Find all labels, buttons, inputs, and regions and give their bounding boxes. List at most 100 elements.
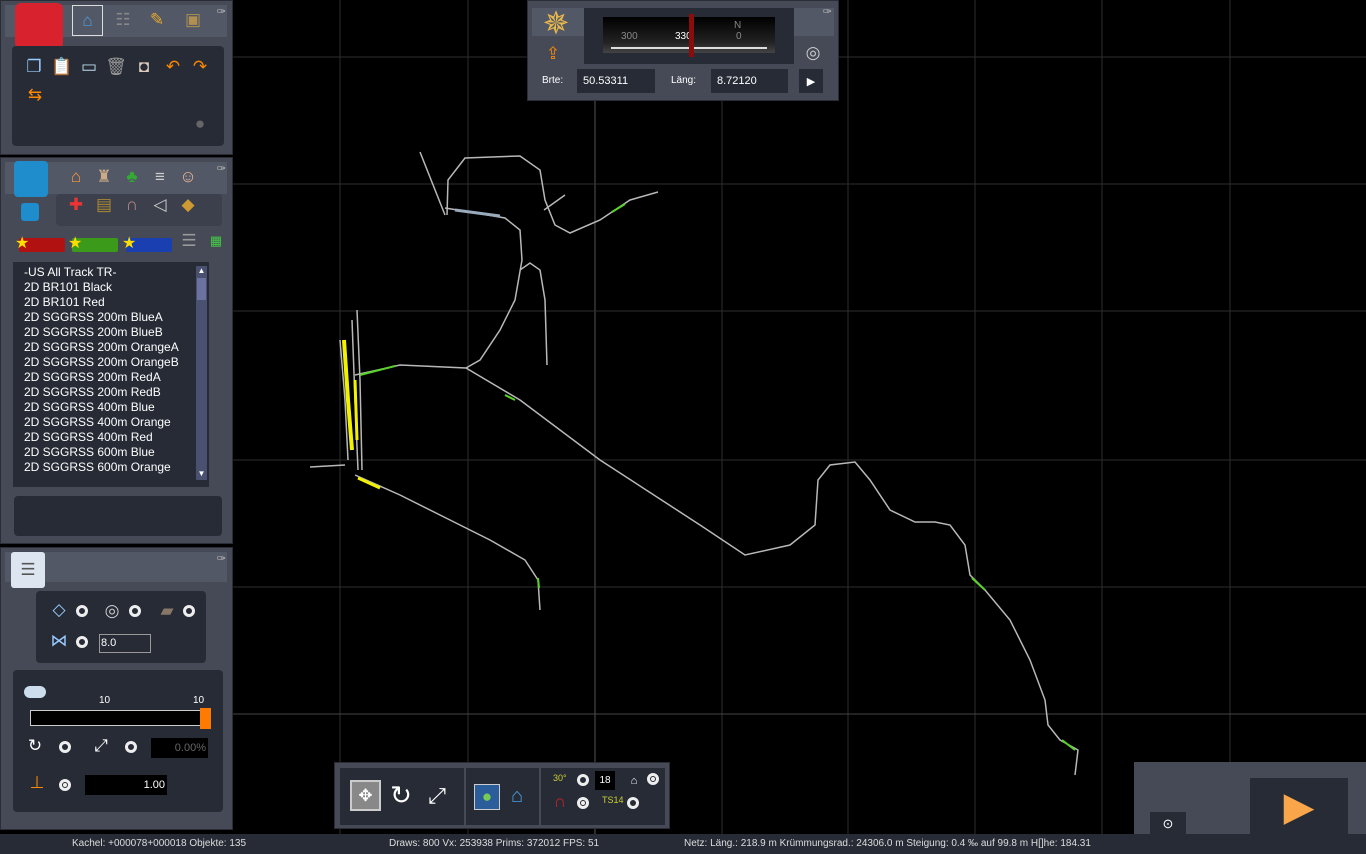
- trash-icon[interactable]: 🗑: [105, 56, 127, 78]
- value-slider[interactable]: [30, 708, 211, 729]
- copy-icon[interactable]: ❐: [23, 56, 45, 78]
- home-tab-icon[interactable]: ⌂: [72, 5, 103, 36]
- object-list[interactable]: -US All Track TR- 2D BR101 Black 2D BR10…: [13, 262, 209, 487]
- list-item[interactable]: 2D SGGRSS 200m BlueB: [24, 325, 209, 340]
- redo-icon[interactable]: ↷: [189, 56, 211, 78]
- list-item[interactable]: 2D SGGRSS 200m RedB: [24, 385, 209, 400]
- rotate-radio[interactable]: [59, 741, 71, 753]
- category-road-icon[interactable]: ≡: [149, 166, 171, 188]
- cube-icon[interactable]: [14, 161, 48, 197]
- view-toolbar: ✥ ↻ ⤢ ● ⌂ 30° ∩ 18 TS14 ⌂: [334, 762, 670, 829]
- grid-radio[interactable]: [76, 636, 88, 648]
- small-cube-icon[interactable]: [21, 203, 39, 221]
- status-bar: Kachel: +000078+000018 Objekte: 135 Draw…: [0, 834, 1366, 854]
- angle-radio[interactable]: [577, 774, 589, 786]
- compass-panel: ✵ ⇪ ✑ 300 330 0 N ◎ Brte: 50.53311 Läng:…: [527, 0, 839, 101]
- paste-icon[interactable]: 📋: [51, 56, 73, 78]
- scroll-thumb[interactable]: [197, 278, 206, 300]
- favorites-green-button[interactable]: ★: [68, 235, 118, 252]
- scroll-up-icon[interactable]: ▲: [196, 266, 207, 277]
- category-industry-icon[interactable]: ♜: [93, 166, 115, 188]
- list-item[interactable]: 2D BR101 Red: [24, 295, 209, 310]
- magnet-radio[interactable]: [577, 797, 589, 809]
- pin-icon[interactable]: ✑: [217, 5, 226, 18]
- resize-button[interactable]: ⤢: [423, 782, 451, 810]
- angle-icon: 30°: [553, 773, 567, 783]
- rotate-auto-icon: ↻: [27, 736, 43, 755]
- checklist-icon[interactable]: ☰: [11, 552, 45, 588]
- pin-icon[interactable]: ✑: [217, 552, 226, 565]
- ts-radio[interactable]: [627, 797, 639, 809]
- list-item[interactable]: 2D SGGRSS 200m OrangeB: [24, 355, 209, 370]
- plane-radio[interactable]: [76, 605, 88, 617]
- globe-button[interactable]: ●: [474, 784, 500, 810]
- list-scrollbar[interactable]: ▲ ▼: [196, 266, 207, 480]
- heading-gauge[interactable]: 300 330 0 N: [603, 14, 775, 57]
- scroll-down-icon[interactable]: ▼: [196, 469, 207, 480]
- scale-radio[interactable]: [125, 741, 137, 753]
- list-view-icon[interactable]: ☰: [181, 231, 197, 250]
- play-button[interactable]: ▶: [1250, 778, 1348, 836]
- list-item[interactable]: 2D SGGRSS 400m Red: [24, 430, 209, 445]
- ts-axis-icon: TS14: [602, 795, 624, 805]
- pin-icon[interactable]: ✑: [823, 5, 832, 18]
- list-item[interactable]: 2D BR101 Black: [24, 280, 209, 295]
- compass-radio[interactable]: [129, 605, 141, 617]
- list-item[interactable]: 2D SGGRSS 200m OrangeA: [24, 340, 209, 355]
- height-radio[interactable]: [59, 779, 71, 791]
- grid-size-input[interactable]: 8.0: [99, 634, 151, 653]
- category-signal-icon[interactable]: ✚: [65, 194, 87, 216]
- paint-brush-icon[interactable]: ✎: [143, 5, 171, 35]
- percent-field[interactable]: 0.00%: [151, 738, 208, 758]
- list-item[interactable]: -US All Track TR-: [24, 265, 209, 280]
- favorites-blue-button[interactable]: ★: [122, 235, 172, 252]
- undo-icon[interactable]: ↶: [162, 56, 184, 78]
- category-tree-icon[interactable]: ♣: [121, 166, 143, 188]
- scale-auto-icon: ⤢: [94, 736, 108, 755]
- list-item[interactable]: 2D SGGRSS 200m RedA: [24, 370, 209, 385]
- lamp-icon[interactable]: ●: [187, 111, 213, 137]
- category-bag-icon[interactable]: ◆: [177, 194, 199, 216]
- slider-handle[interactable]: [200, 708, 211, 729]
- category-person-icon[interactable]: ☺: [177, 166, 199, 188]
- north-label: N: [734, 20, 742, 31]
- category-bridge-icon[interactable]: ∩: [121, 194, 143, 216]
- value-field[interactable]: 18: [595, 771, 615, 790]
- home-button[interactable]: ⌂: [505, 784, 529, 808]
- plane-icon: ◇: [52, 600, 66, 619]
- screen-icon[interactable]: ▭: [78, 56, 100, 78]
- track-tab-icon[interactable]: ☷: [109, 5, 137, 35]
- toolbox-icon[interactable]: [15, 3, 63, 49]
- grid-view-icon[interactable]: ▦: [208, 232, 224, 250]
- mouse-unlock-button[interactable]: ⊙: [1150, 812, 1186, 836]
- category-bench-icon[interactable]: ▤: [93, 194, 115, 216]
- rotate-view-button[interactable]: ↻: [386, 780, 416, 810]
- render-stats: Draws: 800 Vx: 253938 Prims: 372012 FPS:…: [389, 838, 600, 849]
- list-item[interactable]: 2D SGGRSS 600m Blue: [24, 445, 209, 460]
- mouse-radio[interactable]: [647, 773, 659, 785]
- toggle-icon[interactable]: [24, 686, 46, 698]
- category-house-icon[interactable]: ⌂: [65, 166, 87, 188]
- category-sound-icon[interactable]: ◁: [149, 194, 171, 216]
- move-tool-icon[interactable]: ⇆: [23, 84, 47, 106]
- globe-target-icon[interactable]: ◎: [803, 43, 823, 63]
- compass-small-icon: ◎: [104, 601, 120, 620]
- train-tab-icon[interactable]: ▣: [179, 5, 207, 35]
- go-button[interactable]: ▶: [799, 69, 823, 93]
- measure-icon[interactable]: ◘: [133, 56, 155, 78]
- list-item[interactable]: 2D SGGRSS 400m Orange: [24, 415, 209, 430]
- fit-view-button[interactable]: ✥: [350, 780, 381, 811]
- list-item[interactable]: 2D SGGRSS 400m Blue: [24, 400, 209, 415]
- latitude-field[interactable]: 50.53311: [577, 69, 655, 93]
- map-upload-icon[interactable]: ⇪: [542, 43, 564, 65]
- play-panel: ⊙ ▶: [1134, 762, 1366, 836]
- list-item[interactable]: 2D SGGRSS 200m BlueA: [24, 310, 209, 325]
- compass-rose-icon[interactable]: ✵: [536, 3, 576, 43]
- road-radio[interactable]: [183, 605, 195, 617]
- favorites-red-button[interactable]: ★: [15, 235, 65, 252]
- list-item[interactable]: 2D SGGRSS 600m Orange: [24, 460, 209, 475]
- pin-icon[interactable]: ✑: [217, 162, 226, 175]
- height-auto-icon: ⊥: [29, 773, 45, 792]
- longitude-field[interactable]: 8.72120: [711, 69, 788, 93]
- height-field[interactable]: 1.00: [85, 775, 167, 795]
